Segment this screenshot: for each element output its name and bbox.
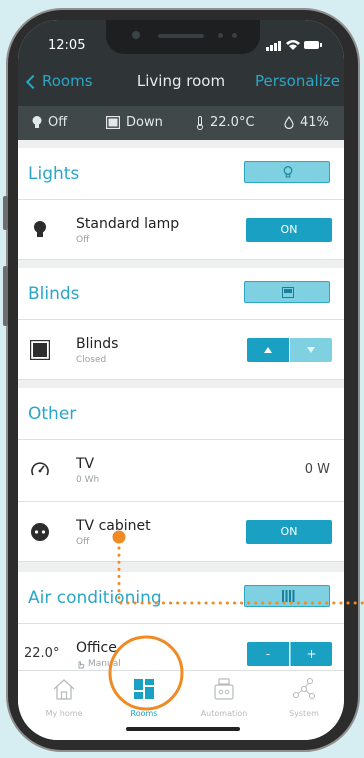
device-name: TV — [76, 456, 95, 472]
blind-icon — [30, 340, 50, 360]
plug-icon — [31, 523, 49, 541]
status-icons — [266, 40, 322, 51]
blinds-group-button[interactable] — [244, 281, 330, 303]
signal-icon — [266, 47, 269, 51]
notch — [106, 20, 260, 54]
status-time: 12:05 — [48, 38, 86, 53]
tab-my-home[interactable]: My home — [24, 677, 104, 718]
tv-cabinet-on-button[interactable]: ON — [246, 520, 332, 544]
personalize-button[interactable]: Personalize — [255, 72, 340, 90]
tab-label: System — [289, 709, 319, 718]
device-status: Off — [76, 537, 90, 547]
device-name: TV cabinet — [76, 518, 151, 534]
bulb-icon — [32, 116, 42, 128]
wifi-icon — [286, 40, 300, 50]
decrease-button[interactable]: - — [247, 642, 289, 666]
air-conditioning-group-button[interactable] — [244, 585, 330, 607]
tab-label: Automation — [200, 709, 248, 718]
sensor-icon — [218, 33, 223, 38]
battery-icon — [304, 41, 319, 49]
air-conditioning-section-header: Air conditioning — [18, 572, 344, 624]
temperature-summary: 22.0°C — [196, 115, 255, 130]
camera-icon — [132, 31, 140, 39]
room-content: Lights Standard lamp Off ON Blinds Blind… — [18, 140, 344, 684]
app-screen: 12:05 Rooms Living room Personalize Off … — [18, 20, 344, 740]
network-icon — [292, 677, 316, 700]
side-button — [3, 196, 8, 230]
device-name: Office — [76, 640, 117, 656]
section-title: Blinds — [28, 284, 80, 304]
device-status: Off — [76, 235, 90, 245]
blinds-summary: Down — [106, 115, 163, 130]
drop-icon — [284, 116, 294, 129]
home-icon — [53, 679, 75, 700]
lights-group-button[interactable] — [244, 161, 330, 183]
section-title: Air conditioning — [28, 588, 162, 608]
device-row-tv: TV 0 Wh 0 W — [18, 440, 344, 502]
other-section-header: Other — [18, 388, 344, 440]
mode-indicator: Manual — [76, 659, 121, 669]
lights-summary-value: Off — [48, 115, 68, 130]
blinds-down-button[interactable] — [290, 338, 332, 362]
blinds-summary-value: Down — [126, 115, 163, 130]
tv-power-value: 0 W — [304, 462, 330, 477]
home-indicator — [126, 727, 240, 731]
blind-icon — [106, 116, 120, 129]
bulb-icon — [283, 166, 293, 178]
air-vent-icon — [282, 590, 295, 602]
section-title: Lights — [28, 164, 80, 184]
device-name: Blinds — [76, 336, 119, 352]
triangle-down-icon — [307, 347, 315, 353]
section-title: Other — [28, 404, 77, 424]
navigation-bar: Rooms Living room Personalize — [18, 72, 344, 100]
thermometer-icon — [197, 115, 203, 130]
device-status: Manual — [88, 659, 121, 669]
rooms-icon — [134, 679, 154, 699]
temperature-value: 22.0°C — [210, 115, 255, 130]
tab-rooms[interactable]: Rooms — [104, 677, 184, 718]
gauge-icon — [31, 462, 49, 476]
blinds-section-header: Blinds — [18, 268, 344, 320]
speaker-icon — [158, 34, 204, 38]
humidity-value: 41% — [300, 115, 329, 130]
side-button — [3, 266, 8, 326]
setpoint-value: 22.0° — [24, 646, 60, 661]
device-name: Standard lamp — [76, 216, 180, 232]
lamp-on-button[interactable]: ON — [246, 218, 332, 242]
tab-label: My home — [45, 709, 83, 718]
device-row-standard-lamp: Standard lamp Off ON — [18, 200, 344, 260]
lights-section-header: Lights — [18, 148, 344, 200]
room-summary-bar: Off Down 22.0°C 41% — [18, 106, 344, 140]
lights-summary: Off — [32, 115, 67, 130]
bulb-icon — [34, 221, 46, 237]
sensor-icon — [232, 33, 237, 38]
device-row-blinds: Blinds Closed — [18, 320, 344, 380]
device-row-tv-cabinet: TV cabinet Off ON — [18, 502, 344, 562]
tab-system[interactable]: System — [264, 677, 344, 718]
device-status: 0 Wh — [76, 475, 100, 485]
triangle-up-icon — [264, 347, 272, 353]
increase-button[interactable]: + — [290, 642, 332, 666]
tab-automation[interactable]: Automation — [184, 677, 264, 718]
blinds-up-button[interactable] — [247, 338, 289, 362]
robot-icon — [214, 678, 234, 700]
hand-icon — [78, 661, 85, 669]
humidity-summary: 41% — [284, 115, 329, 130]
device-status: Closed — [76, 355, 107, 365]
blind-icon — [282, 287, 294, 298]
tab-label: Rooms — [130, 709, 158, 718]
